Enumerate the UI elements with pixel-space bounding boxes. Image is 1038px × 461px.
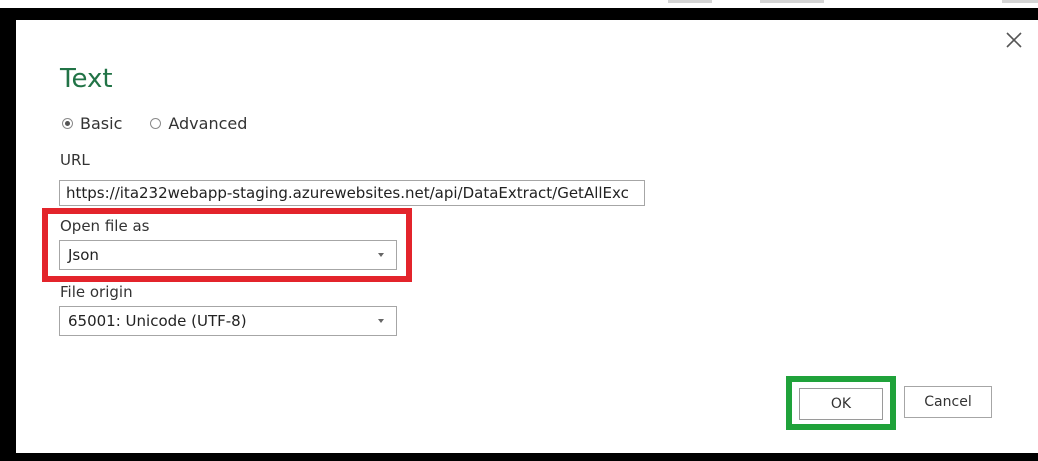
annotation-highlight-red — [42, 208, 412, 282]
radio-checked-icon — [62, 118, 73, 129]
dialog-title: Text — [60, 64, 113, 94]
background-tab — [668, 0, 712, 3]
close-icon — [1006, 32, 1022, 48]
background-tab — [760, 0, 824, 3]
radio-advanced[interactable]: Advanced — [150, 114, 247, 133]
mode-radio-group: Basic Advanced — [62, 114, 275, 133]
url-label: URL — [60, 151, 90, 169]
file-origin-select[interactable]: 65001: Unicode (UTF-8) — [59, 306, 397, 336]
url-input[interactable] — [59, 180, 645, 206]
close-button[interactable] — [1002, 28, 1026, 52]
text-source-dialog: Text Basic Advanced URL Open file as Jso… — [16, 20, 1038, 453]
radio-advanced-label: Advanced — [168, 114, 248, 133]
background-tab — [1002, 0, 1038, 3]
ok-button[interactable]: OK — [799, 388, 883, 420]
radio-unchecked-icon — [150, 118, 162, 129]
radio-basic[interactable]: Basic — [62, 114, 122, 133]
file-origin-label: File origin — [60, 283, 133, 301]
background-window-strip — [0, 0, 1038, 8]
chevron-down-icon — [378, 319, 384, 323]
file-origin-value: 65001: Unicode (UTF-8) — [68, 312, 247, 330]
radio-basic-label: Basic — [80, 114, 123, 133]
cancel-button[interactable]: Cancel — [904, 386, 992, 418]
